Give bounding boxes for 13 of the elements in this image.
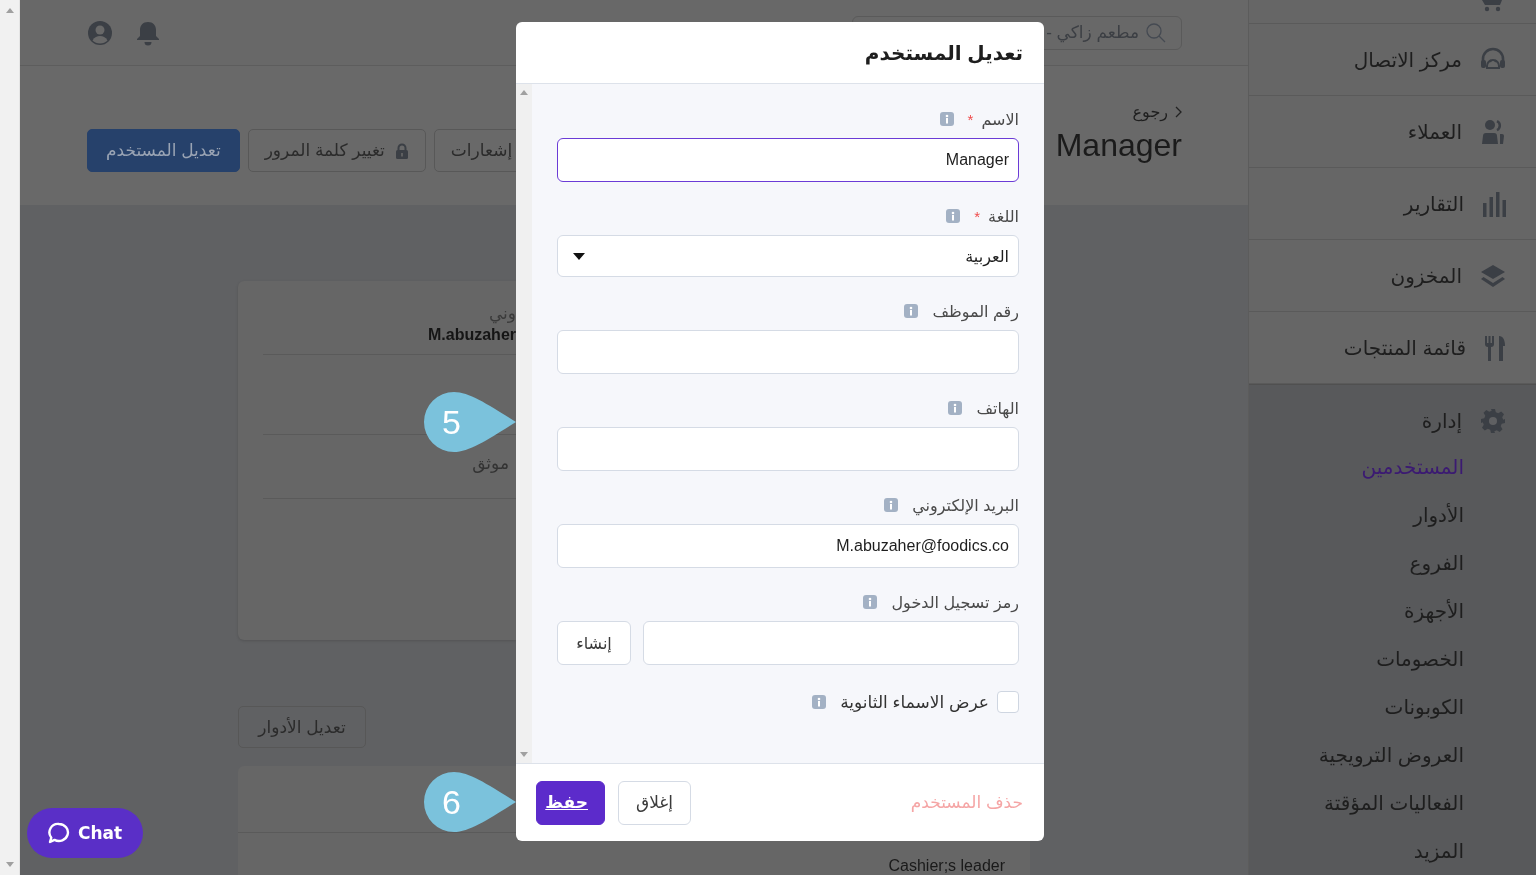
field-label: اللغة xyxy=(988,206,1019,226)
field-label: الاسم xyxy=(981,109,1019,129)
required-mark: * xyxy=(967,110,974,128)
page-title: Manager xyxy=(1055,127,1182,164)
email-value: M.abuzaher xyxy=(428,326,516,344)
required-mark: * xyxy=(974,207,981,225)
role-name: Cashier;s leader xyxy=(888,857,1005,875)
field-label: رمز تسجيل الدخول xyxy=(891,592,1019,612)
dialog-title: تعديل المستخدم xyxy=(864,40,1023,65)
field-label: رقم الموظف xyxy=(932,301,1019,321)
field-label: البريد الإلكتروني xyxy=(912,495,1019,515)
field-label: الهاتف xyxy=(976,398,1019,418)
checkbox-label: عرض الاسماء الثانوية xyxy=(840,691,989,713)
